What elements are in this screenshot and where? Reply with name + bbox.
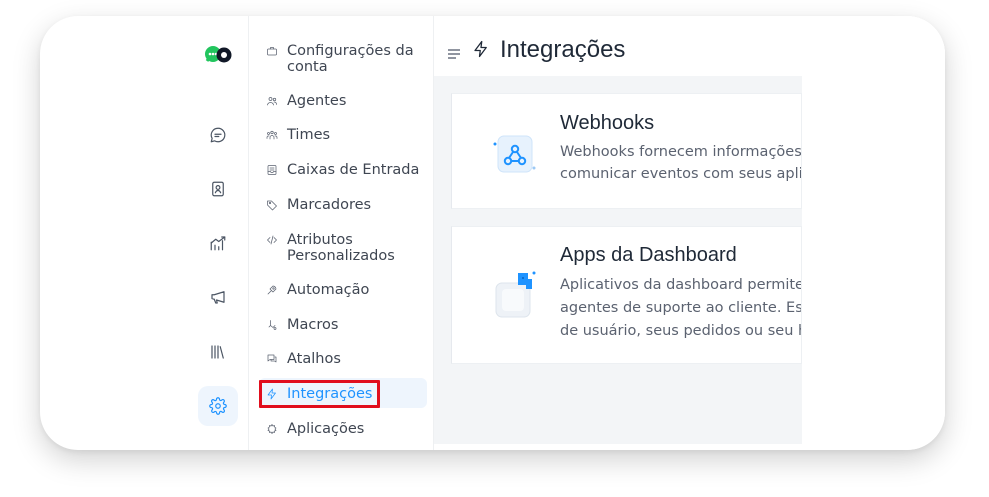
menu-item-automation[interactable]: Automação — [266, 282, 369, 298]
menu-item-label: Macros — [287, 317, 339, 333]
menu-item-labels[interactable]: Marcadores — [266, 197, 371, 213]
tag-icon — [266, 199, 279, 212]
menu-item-applications[interactable]: Aplicações — [266, 421, 364, 437]
integration-name: Apps da Dashboard — [560, 244, 737, 266]
primary-sidebar — [190, 16, 248, 450]
menu-item-account-settings[interactable]: Configurações da conta — [266, 43, 414, 75]
menu-item-canned-responses[interactable]: Atalhos — [266, 351, 341, 367]
menu-item-teams[interactable]: Times — [266, 127, 330, 143]
automation-icon — [266, 284, 279, 297]
settings-menu: Configurações da conta Agentes Times Caix… — [248, 16, 434, 450]
app-window: Configurações da conta Agentes Times Caix… — [40, 16, 945, 450]
app-logo[interactable] — [203, 44, 235, 64]
menu-item-label: Atributos — [287, 232, 353, 248]
menu-item-label: Times — [287, 127, 331, 143]
menu-item-label: Personalizados — [287, 248, 395, 264]
webhook-icon — [492, 132, 538, 182]
reports-icon[interactable] — [204, 229, 232, 257]
code-icon — [266, 234, 279, 247]
menu-item-label: Marcadores — [287, 197, 372, 213]
menu-item-label: Caixas de Entrada — [287, 162, 420, 178]
menu-item-label: Agentes — [287, 93, 347, 109]
chat-icon[interactable] — [204, 121, 232, 149]
team-icon — [266, 129, 279, 142]
menu-item-label: Configurações da — [287, 43, 414, 59]
campaigns-icon[interactable] — [204, 283, 232, 311]
puzzle-art-icon — [488, 269, 542, 327]
main-content: Integrações Webhooks Webhooks fornecem i… — [434, 16, 945, 450]
menu-item-agents[interactable]: Agentes — [266, 93, 346, 109]
integration-name: Webhooks — [560, 112, 655, 134]
integration-description: Webhooks fornecem informações em — [560, 144, 802, 160]
integration-description: de usuário, seus pedidos ou seu histó — [560, 323, 801, 339]
menu-item-macros[interactable]: Macros — [266, 317, 338, 333]
annotation-highlight-box — [259, 380, 380, 408]
contacts-icon[interactable] — [204, 175, 232, 203]
integration-card-dashboard-apps[interactable]: Apps da Dashboard Aplicativos da dashboa… — [451, 226, 802, 364]
chat-bubbles-icon — [266, 353, 279, 366]
inbox-icon — [266, 164, 279, 177]
menu-item-label: Automação — [287, 282, 370, 298]
menu-item-label: conta — [287, 59, 328, 75]
puzzle-icon — [266, 423, 279, 436]
integration-card-webhooks[interactable]: Webhooks Webhooks fornecem informações e… — [451, 93, 802, 209]
menu-item-label: Aplicações — [287, 421, 365, 437]
integration-description: comunicar eventos com seus aplicativ — [560, 166, 802, 182]
people-icon — [266, 95, 279, 108]
macro-icon — [266, 319, 279, 332]
bolt-icon — [472, 40, 490, 58]
menu-item-label: Atalhos — [287, 351, 341, 367]
library-icon[interactable] — [204, 338, 232, 366]
integrations-list: Webhooks Webhooks fornecem informações e… — [434, 76, 802, 444]
menu-item-custom-attributes[interactable]: Atributos Personalizados — [266, 232, 395, 264]
integration-description: Aplicativos da dashboard permitem o — [560, 277, 801, 293]
menu-item-inboxes[interactable]: Caixas de Entrada — [266, 162, 419, 178]
briefcase-icon — [266, 45, 279, 58]
page-header: Integrações — [434, 16, 945, 76]
menu-toggle-icon[interactable] — [448, 44, 460, 59]
page-title: Integrações — [500, 36, 626, 63]
integration-description: agentes de suporte ao cliente. Este re — [560, 300, 802, 316]
settings-icon[interactable] — [204, 392, 232, 420]
